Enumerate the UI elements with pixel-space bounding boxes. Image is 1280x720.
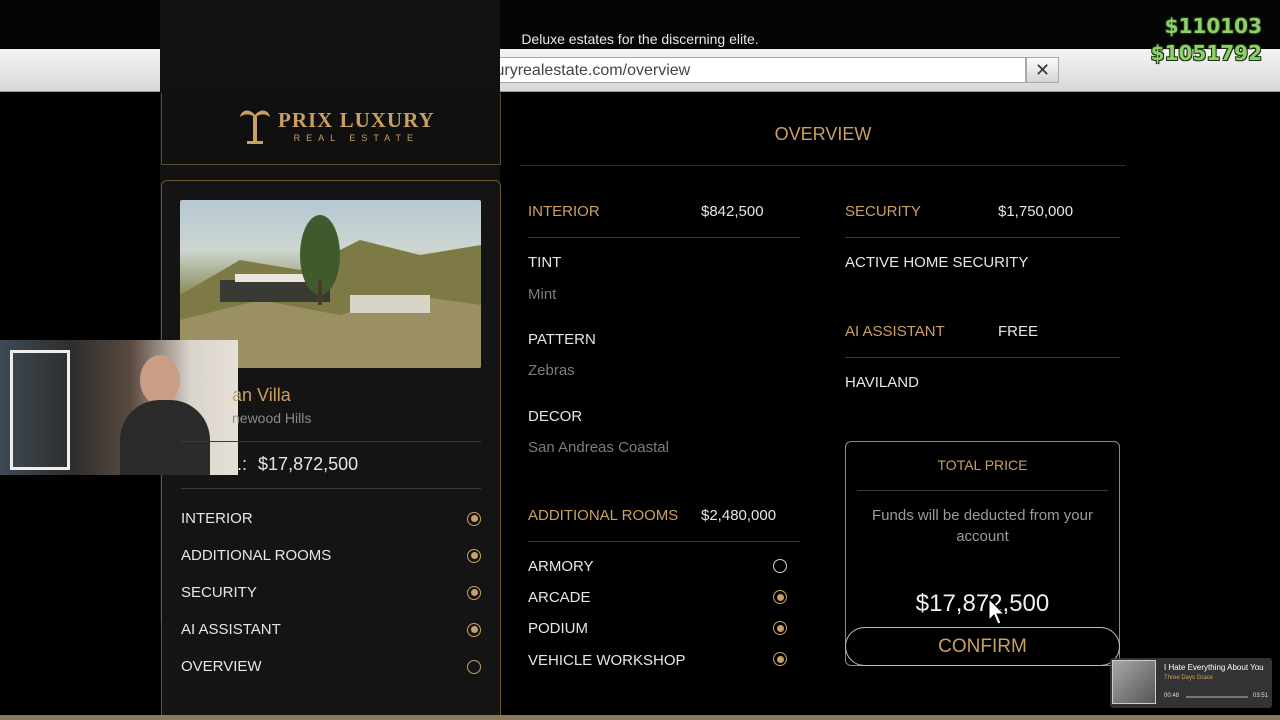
property-price-row: .: $17,872,500 <box>237 454 358 475</box>
rooms-divider <box>528 541 800 542</box>
nav-item-interior[interactable]: INTERIOR <box>181 500 481 537</box>
tint-value: Mint <box>528 286 557 303</box>
nav-item-security[interactable]: SECURITY <box>181 574 481 611</box>
song-artist: Three Days Grace <box>1164 675 1214 681</box>
nav-item-additional-rooms[interactable]: ADDITIONAL ROOMS <box>181 537 481 574</box>
total-price-title: TOTAL PRICE <box>937 457 1028 473</box>
total-divider <box>857 490 1108 491</box>
mouse-cursor-icon <box>988 598 1006 625</box>
nav-label: AI ASSISTANT <box>181 621 281 638</box>
ai-assistant-heading: AI ASSISTANT <box>845 323 945 340</box>
interior-price: $842,500 <box>701 203 764 220</box>
logo-box[interactable]: PRIX LUXURY REAL ESTATE <box>161 93 501 165</box>
song-duration: 03:51 <box>1253 693 1269 699</box>
bank-amount: $1051792 <box>1150 41 1262 65</box>
interior-divider <box>528 237 800 238</box>
song-elapsed: 00:48 <box>1164 693 1180 699</box>
close-icon: ✕ <box>1034 59 1051 80</box>
song-title: I Hate Everything About You <box>1164 663 1264 672</box>
additional-rooms-price: $2,480,000 <box>701 507 777 524</box>
song-progress-bar <box>1186 696 1248 698</box>
album-art <box>1112 660 1156 704</box>
step-complete-icon <box>467 511 481 526</box>
price-prefix: .: <box>237 454 248 474</box>
room-podium-label: PODIUM <box>528 620 588 637</box>
tint-label: TINT <box>528 254 562 271</box>
additional-rooms-heading: ADDITIONAL ROOMS <box>528 507 679 524</box>
webcam-overlay <box>0 340 238 475</box>
decor-label: DECOR <box>528 408 583 425</box>
pattern-label: PATTERN <box>528 331 596 348</box>
room-vehicle-workshop-label: VEHICLE WORKSHOP <box>528 652 686 669</box>
cash-amount: $110103 <box>1164 14 1262 38</box>
nav-label: INTERIOR <box>181 510 253 527</box>
step-nav: INTERIOR ADDITIONAL ROOMS SECURITY AI AS… <box>181 500 481 685</box>
close-button[interactable]: ✕ <box>1026 57 1059 83</box>
title-divider <box>520 165 1126 166</box>
confirm-button[interactable]: CONFIRM <box>845 627 1120 666</box>
decor-value: San Andreas Coastal <box>528 439 669 456</box>
card-divider <box>181 441 481 442</box>
nav-item-ai-assistant[interactable]: AI ASSISTANT <box>181 611 481 648</box>
step-current-icon <box>467 659 481 674</box>
total-price-amount: $17,872,500 <box>915 590 1050 617</box>
page-title: OVERVIEW <box>774 124 872 144</box>
step-complete-icon <box>467 548 481 563</box>
ai-divider <box>845 357 1120 358</box>
property-location: newood Hills <box>232 410 312 426</box>
room-podium-radio[interactable] <box>773 621 787 635</box>
room-vehicle-workshop-radio[interactable] <box>773 652 787 666</box>
security-price: $1,750,000 <box>998 203 1074 220</box>
security-divider <box>845 237 1120 238</box>
card-divider-2 <box>181 488 481 489</box>
nav-label: ADDITIONAL ROOMS <box>181 547 332 564</box>
ai-assistant-value: HAVILAND <box>845 374 919 391</box>
interior-heading: INTERIOR <box>528 203 600 220</box>
step-complete-icon <box>467 585 481 600</box>
prix-luxury-logo: PRIX LUXURY REAL ESTATE <box>238 105 435 145</box>
ai-assistant-price: FREE <box>998 323 1039 340</box>
nav-label: OVERVIEW <box>181 658 262 675</box>
logo-line2: REAL ESTATE <box>293 132 420 143</box>
step-complete-icon <box>467 622 481 637</box>
property-price: $17,872,500 <box>258 454 359 474</box>
confirm-label: CONFIRM <box>938 635 1027 657</box>
bottom-edge <box>0 715 1280 720</box>
palm-tree-icon <box>240 110 270 144</box>
room-arcade-radio[interactable] <box>773 590 787 604</box>
room-armory-label: ARMORY <box>528 558 594 575</box>
total-price-note: Funds will be deducted from your account <box>872 507 1093 545</box>
security-value: ACTIVE HOME SECURITY <box>845 254 1029 271</box>
pattern-value: Zebras <box>528 362 575 379</box>
nav-label: SECURITY <box>181 584 257 601</box>
logo-line1: PRIX LUXURY <box>278 107 435 132</box>
nav-item-overview[interactable]: OVERVIEW <box>181 648 481 685</box>
room-arcade-label: ARCADE <box>528 589 591 606</box>
security-heading: SECURITY <box>845 203 921 220</box>
property-name: an Villa <box>232 385 291 405</box>
room-armory-radio[interactable] <box>773 559 787 573</box>
